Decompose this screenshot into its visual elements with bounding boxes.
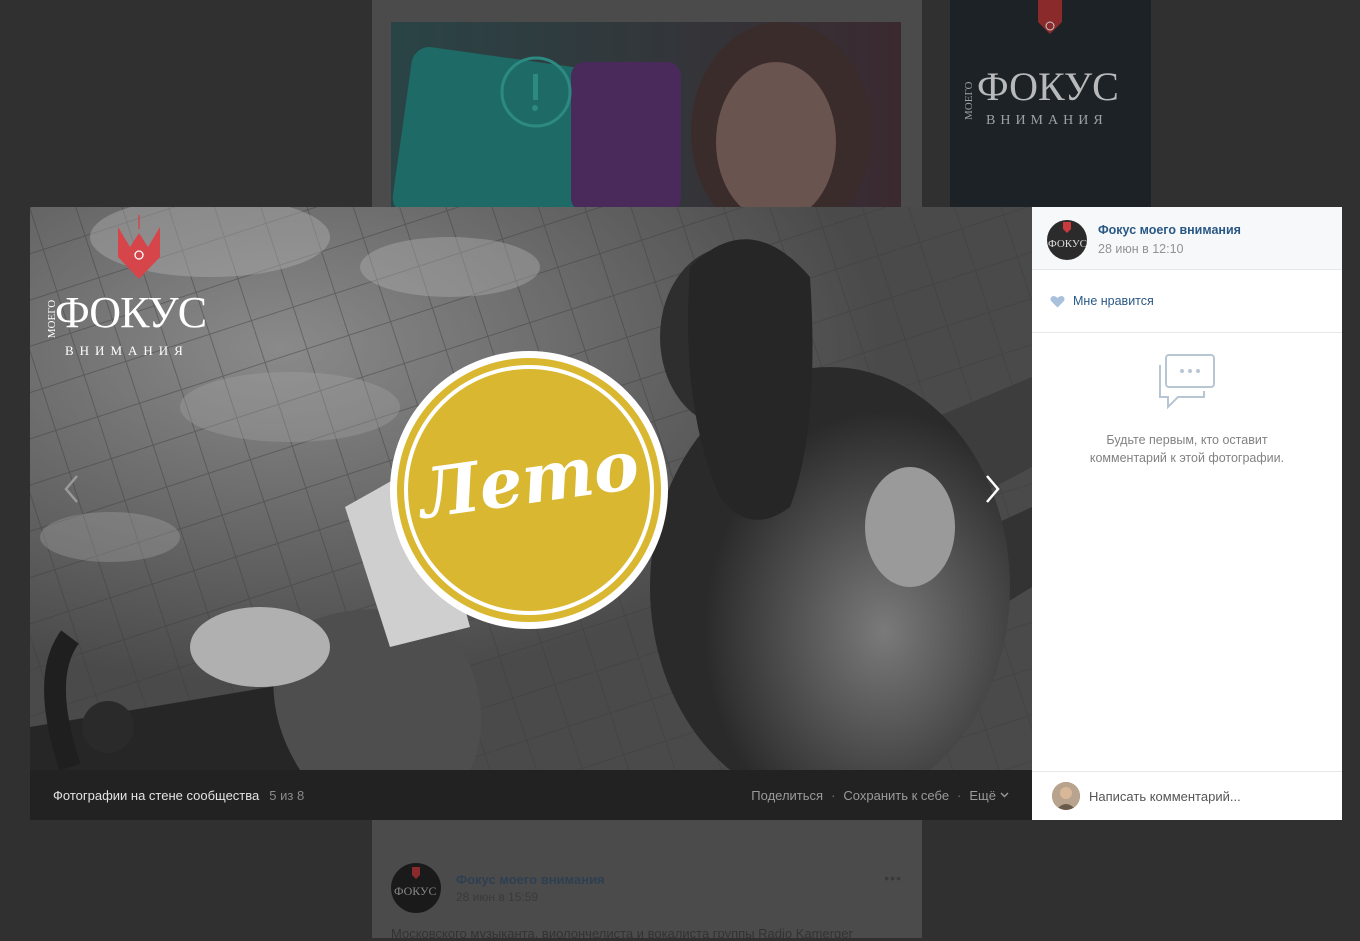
svg-text:ФОКУС: ФОКУС xyxy=(1048,238,1087,250)
comments-empty-state: Будьте первым, кто оставит комментарий к… xyxy=(1032,333,1342,771)
viewer-actions: Поделиться · Сохранить к себе · Ещё xyxy=(751,788,1009,803)
svg-text:МОЕГО: МОЕГО xyxy=(963,81,975,120)
next-photo-button[interactable] xyxy=(972,469,1012,509)
photo-counter: 5 из 8 xyxy=(269,787,305,803)
author-name[interactable]: Фокус моего внимания xyxy=(1098,223,1241,237)
feed-side-card: ФОКУС ВНИМАНИЯ МОЕГО xyxy=(950,0,1151,210)
comment-bar: Написать комментарий... xyxy=(1032,771,1342,820)
like-button[interactable]: Мне нравится xyxy=(1032,270,1342,333)
heart-icon xyxy=(1050,295,1065,307)
more-label: Ещё xyxy=(969,787,996,803)
empty-line-2: комментарий к этой фотографии. xyxy=(1089,451,1285,465)
feed-post-author[interactable]: Фокус моего внимания xyxy=(456,872,605,887)
album-title[interactable]: Фотографии на стене сообщества xyxy=(53,788,259,803)
like-label: Мне нравится xyxy=(1073,294,1154,308)
prev-photo-button[interactable] xyxy=(52,469,92,509)
brand-sub: ВНИМАНИЯ xyxy=(65,343,189,358)
svg-text:ФОКУС: ФОКУС xyxy=(394,884,437,898)
viewer-bottom-bar: Фотографии на стене сообщества 5 из 8 По… xyxy=(30,770,1032,820)
side-header: ФОКУС Фокус моего внимания 28 июн в 12:1… xyxy=(1032,207,1342,270)
empty-comments-text: Будьте первым, кто оставит комментарий к… xyxy=(1032,431,1342,467)
photo-side-panel: ФОКУС Фокус моего внимания 28 июн в 12:1… xyxy=(1032,207,1342,820)
brand-main: ФОКУС xyxy=(55,288,207,337)
brand-top: МОЕГО xyxy=(46,299,59,339)
save-button[interactable]: Сохранить к себе xyxy=(843,788,949,803)
author-avatar[interactable]: ФОКУС xyxy=(1047,220,1087,260)
summer-badge: Лето xyxy=(390,351,668,629)
photo[interactable]: ФОКУС ВНИМАНИЯ МОЕГО Лето xyxy=(30,207,1032,770)
more-button[interactable]: Ещё xyxy=(969,788,1009,803)
feed-post-menu-icon[interactable]: ••• xyxy=(884,870,902,886)
chevron-down-icon xyxy=(1000,792,1009,798)
feed-post-image xyxy=(391,22,901,210)
feed-post-date[interactable]: 28 июн в 15:59 xyxy=(456,890,538,904)
feed-post-card: ФОКУС Фокус моего внимания 28 июн в 15:5… xyxy=(372,848,922,941)
share-button[interactable]: Поделиться xyxy=(751,788,823,803)
side-brand-main-text: ФОКУС xyxy=(977,64,1119,109)
separator-dot: · xyxy=(957,787,962,803)
svg-text:ВНИМАНИЯ: ВНИМАНИЯ xyxy=(986,113,1108,128)
empty-line-1: Будьте первым, кто оставит xyxy=(1106,433,1268,447)
user-avatar xyxy=(1052,782,1080,810)
separator-dot: · xyxy=(831,787,836,803)
photo-viewer: ФОКУС ВНИМАНИЯ МОЕГО Лето Фотографии на … xyxy=(30,207,1342,820)
feed-post-avatar: ФОКУС xyxy=(391,863,441,913)
comments-icon xyxy=(1159,354,1215,410)
comment-input[interactable]: Написать комментарий... xyxy=(1089,789,1241,804)
post-date[interactable]: 28 июн в 12:10 xyxy=(1098,242,1184,256)
chevron-left-icon xyxy=(64,475,78,503)
chevron-right-icon xyxy=(986,475,1000,503)
